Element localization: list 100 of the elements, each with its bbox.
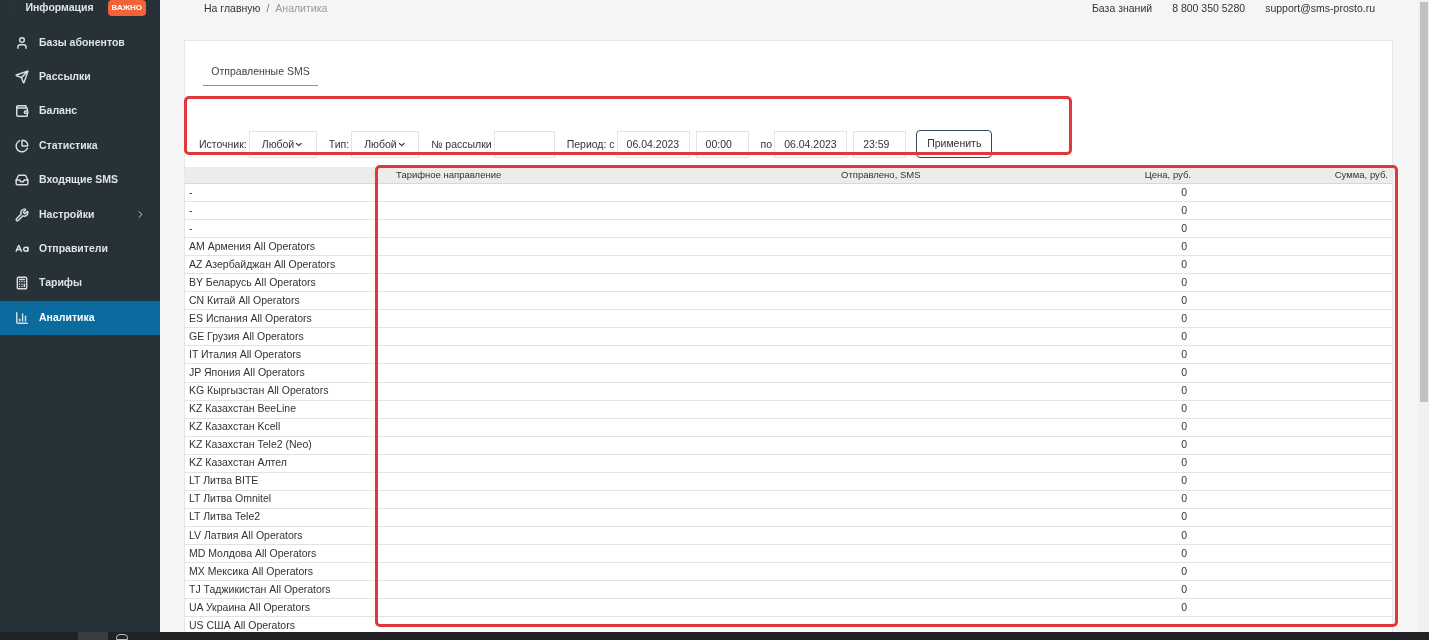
sidebar-item[interactable]: Рассылки [0, 59, 160, 95]
header-link[interactable]: База знаний [1091, 1, 1153, 17]
table-cell-text: 0 [1180, 292, 1187, 308]
table-cell-text: LV Латвия All Operators [188, 527, 304, 543]
bar-chart-icon [15, 310, 29, 325]
table-cell-text: 0 [1180, 310, 1187, 326]
breadcrumb-link[interactable]: На главную [204, 1, 261, 17]
sidebar-item[interactable]: Входящие SMS [0, 162, 160, 198]
sidebar-label: Статистика [39, 137, 98, 153]
table-cell-text: 0 [1180, 238, 1187, 254]
table-cell-text: IT Италия All Operators [188, 347, 302, 363]
table-cell-text: 0 [1180, 401, 1187, 417]
wrench-icon [15, 207, 29, 222]
table-cell-text: ES Испания All Operators [188, 310, 313, 326]
select-field[interactable]: Любой [351, 131, 420, 158]
scrollbar-thumb[interactable] [1419, 2, 1428, 402]
sidebar-item[interactable]: Аналитика [0, 300, 160, 335]
table-cell-text: 0 [1180, 473, 1187, 489]
table-cell-text: 0 [1180, 437, 1187, 453]
user-icon [15, 35, 29, 50]
table-cell-text: TJ Таджикистан All Operators [188, 581, 332, 597]
filter-label: Источник: [199, 136, 247, 152]
table-cell-text: 0 [1180, 347, 1187, 363]
table-cell-text: 0 [1180, 563, 1187, 579]
table-cell-text: 0 [1180, 202, 1187, 218]
table-cell-text: AM Армения All Operators [188, 238, 317, 254]
table-cell-text: 0 [1180, 383, 1187, 399]
calculator-icon [15, 276, 29, 291]
column-header: Цена, руб. [1143, 167, 1191, 182]
table-cell-text: KZ Казахстан Kcell [188, 419, 282, 435]
table-cell-text: - [188, 184, 194, 200]
breadcrumb-separator: / [266, 1, 270, 16]
input-field[interactable] [493, 131, 555, 158]
table-cell-text: 0 [1180, 509, 1187, 525]
paper-plane-icon [15, 69, 29, 84]
select-field[interactable]: Любой [248, 131, 317, 158]
table-cell-text: 0 [1180, 184, 1187, 200]
column-header: Тарифное направление [395, 167, 503, 182]
table-cell-text: 0 [1180, 419, 1187, 435]
sidebar-item[interactable]: Настройки [0, 197, 160, 232]
filter-label: Тип: [328, 136, 350, 152]
header-link[interactable]: 8 800 350 5280 [1172, 1, 1246, 17]
table-cell-text: BY Беларусь All Operators [188, 274, 317, 290]
sidebar-label: Баланс [39, 103, 78, 119]
table-cell-text: 0 [1180, 599, 1187, 615]
table-cell-text: AZ Азербайджан All Operators [188, 256, 337, 272]
sidebar-label: Базы абонентов [39, 34, 125, 50]
table-cell-text: KZ Казахстан Алтел [188, 455, 288, 471]
sidebar-item[interactable]: Баланс [0, 94, 160, 129]
table-cell-text: UA Украина All Operators [188, 599, 312, 615]
table-cell-text: - [188, 202, 194, 218]
table-cell-text: 0 [1180, 329, 1187, 344]
inbox-icon [15, 173, 29, 188]
column-header: Сумма, руб. [1333, 167, 1389, 182]
table-cell-text: - [188, 220, 194, 236]
table-cell-text: KZ Казахстан BeeLine [188, 401, 297, 417]
table-cell-text: KZ Казахстан Tele2 (Neo) [188, 437, 313, 453]
taskbar-icon[interactable] [116, 634, 128, 640]
table-cell-text: MX Мексика All Operators [188, 563, 315, 579]
sidebar-label: Рассылки [39, 69, 91, 85]
sidebar-label: Тарифы [39, 275, 82, 291]
input-field[interactable]: 06.04.2023 [616, 131, 690, 158]
column-header: Отправлено, SMS [840, 167, 922, 182]
input-field[interactable]: 23:59 [853, 131, 907, 158]
tab[interactable]: Отправленные SMS [203, 64, 318, 86]
sidebar-label: Отправители [39, 241, 108, 257]
table-cell-text: LT Литва Tele2 [188, 509, 262, 525]
wallet-icon [15, 104, 29, 119]
input-field[interactable]: 00:00 [695, 131, 749, 158]
table-cell-text: 0 [1180, 545, 1187, 561]
sidebar-label: Входящие SMS [39, 172, 118, 188]
table-cell-text: JP Япония All Operators [188, 365, 306, 381]
filter-label: по [760, 136, 773, 152]
table-cell-text: GE Грузия All Operators [188, 329, 305, 344]
important-badge: ВАЖНО [107, 0, 146, 17]
header-link[interactable]: support@sms-prosto.ru [1265, 1, 1375, 17]
table-cell-text: MD Молдова All Operators [188, 545, 318, 561]
table-cell-text: US США All Operators [188, 617, 296, 633]
table-cell-text: 0 [1180, 491, 1187, 507]
sidebar-item[interactable]: Отправители [0, 231, 160, 267]
filter-label: № рассылки [431, 136, 492, 152]
sidebar-label: Аналитика [39, 309, 95, 325]
sidebar-item[interactable]: Статистика [0, 128, 160, 163]
table-cell-text: 0 [1180, 455, 1187, 471]
pie-chart-icon [15, 138, 29, 153]
sidebar-item[interactable]: Информация ВАЖНО [0, 0, 160, 26]
table-cell-text: 0 [1180, 581, 1187, 597]
table-cell-text: 0 [1180, 274, 1187, 290]
table-cell-text: LT Литва Omnitel [188, 491, 273, 507]
sidebar-label: Информация [25, 0, 94, 16]
table-cell-text: 0 [1180, 527, 1187, 543]
input-field[interactable]: 06.04.2023 [774, 131, 848, 158]
sidebar-item[interactable]: Базы абонентов [0, 25, 160, 60]
sidebar-item[interactable]: Тарифы [0, 266, 160, 301]
sidebar-label: Настройки [39, 206, 95, 222]
table-cell-text: CN Китай All Operators [188, 292, 301, 308]
table-cell-text: LT Литва BITE [188, 473, 260, 489]
table-cell-text: 0 [1180, 220, 1187, 236]
table-cell-text: KG Кыргызстан All Operators [188, 383, 330, 399]
table-cell-text: 0 [1180, 256, 1187, 272]
